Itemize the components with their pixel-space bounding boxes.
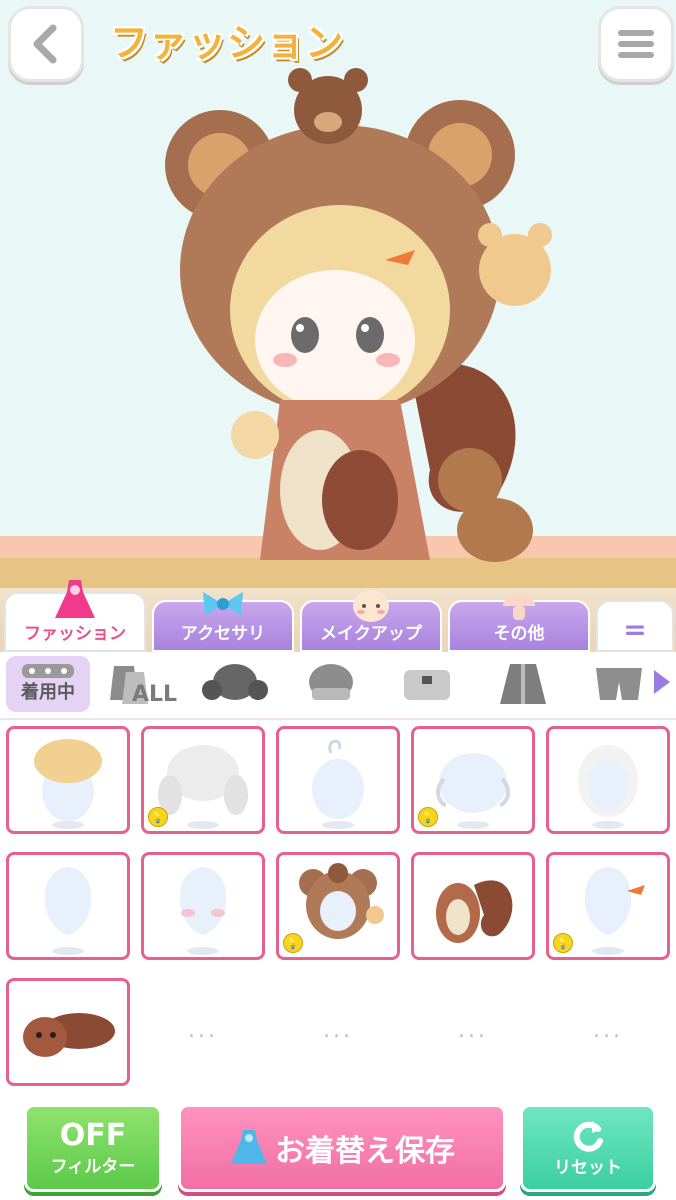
item-squirrel-plush[interactable]: [6, 978, 130, 1086]
save-outfit-button[interactable]: お着替え保存: [178, 1104, 506, 1192]
squirrel-plush-icon: [23, 1013, 115, 1057]
plain-face-icon: [44, 867, 92, 955]
ahoge-icon: [312, 739, 364, 829]
blonde-hair-icon: [34, 739, 102, 829]
back-button[interactable]: [8, 6, 84, 82]
dress-icon: [55, 580, 95, 618]
top-icon: [404, 670, 450, 700]
filter-button[interactable]: OFF フィルター: [24, 1104, 162, 1192]
item-long-wavy-hair[interactable]: [546, 726, 670, 834]
more-icon: =: [623, 613, 647, 646]
scroll-right-arrow-icon[interactable]: [654, 670, 670, 694]
pants-icon: [596, 668, 642, 700]
filter-label: フィルター: [50, 1156, 136, 1177]
dress-icon: [231, 1130, 267, 1164]
hanger-icon: [22, 664, 74, 678]
refresh-icon: [573, 1120, 603, 1152]
hint-badge-icon: 💡: [418, 807, 438, 827]
tab-accessory[interactable]: アクセサリ: [152, 592, 294, 652]
tab-makeup[interactable]: メイクアップ: [300, 590, 442, 652]
tab-label: アクセサリ: [180, 624, 266, 644]
subcategory-top[interactable]: [392, 660, 462, 708]
wearing-filter-button[interactable]: 着用中: [6, 656, 90, 712]
ribbon-icon: [203, 592, 243, 616]
empty-slot: ...: [593, 1018, 623, 1043]
avatar-character: [165, 68, 552, 562]
item-white-twin-braids[interactable]: 💡: [141, 726, 265, 834]
item-ahoge-hair[interactable]: [276, 726, 400, 834]
subcategory-all[interactable]: ALL: [104, 660, 178, 708]
empty-slot: ...: [188, 1018, 218, 1043]
item-bear-hood-outfit[interactable]: 💡: [276, 852, 400, 960]
tab-more[interactable]: =: [596, 600, 674, 652]
reset-label: リセット: [554, 1157, 622, 1178]
squirrel-costume-icon: [436, 880, 513, 943]
blush-face-icon: [179, 867, 227, 955]
save-label: お着替え保存: [275, 1134, 455, 1169]
page-title: ファッション: [110, 21, 345, 65]
item-carrot-hairpin[interactable]: 💡: [546, 852, 670, 960]
filter-state: OFF: [59, 1117, 127, 1153]
subcategory-jacket[interactable]: [488, 660, 558, 708]
hint-badge-icon: 💡: [283, 933, 303, 953]
item-blush-face[interactable]: [141, 852, 265, 960]
reset-button[interactable]: リセット: [520, 1104, 656, 1192]
tab-label: その他: [493, 624, 545, 644]
chevron-left-icon: [33, 24, 57, 64]
subcategory-hair[interactable]: [200, 660, 270, 708]
subcategory-hat[interactable]: [296, 660, 366, 708]
tab-other[interactable]: その他: [448, 594, 590, 652]
item-side-hair[interactable]: 💡: [411, 726, 535, 834]
hamburger-menu-icon: [618, 30, 654, 58]
empty-slot: ...: [323, 1018, 353, 1043]
subcategory-pants[interactable]: [584, 660, 654, 708]
empty-slot: ...: [458, 1018, 488, 1043]
hint-badge-icon: 💡: [148, 807, 168, 827]
hair-icon: [202, 664, 268, 700]
item-plain-face[interactable]: [6, 852, 130, 960]
long-hair-icon: [578, 745, 638, 829]
jacket-icon: [500, 664, 546, 704]
hint-badge-icon: 💡: [553, 933, 573, 953]
tab-label: ファッション: [24, 624, 126, 644]
menu-button[interactable]: [598, 6, 674, 82]
tab-label: メイクアップ: [320, 624, 422, 644]
tab-fashion[interactable]: ファッション: [4, 580, 146, 652]
all-label: ALL: [132, 682, 178, 707]
item-squirrel-costume[interactable]: [411, 852, 535, 960]
item-blonde-updo-hair[interactable]: [6, 726, 130, 834]
avatar-stage: [0, 0, 676, 590]
hat-icon: [309, 664, 353, 700]
